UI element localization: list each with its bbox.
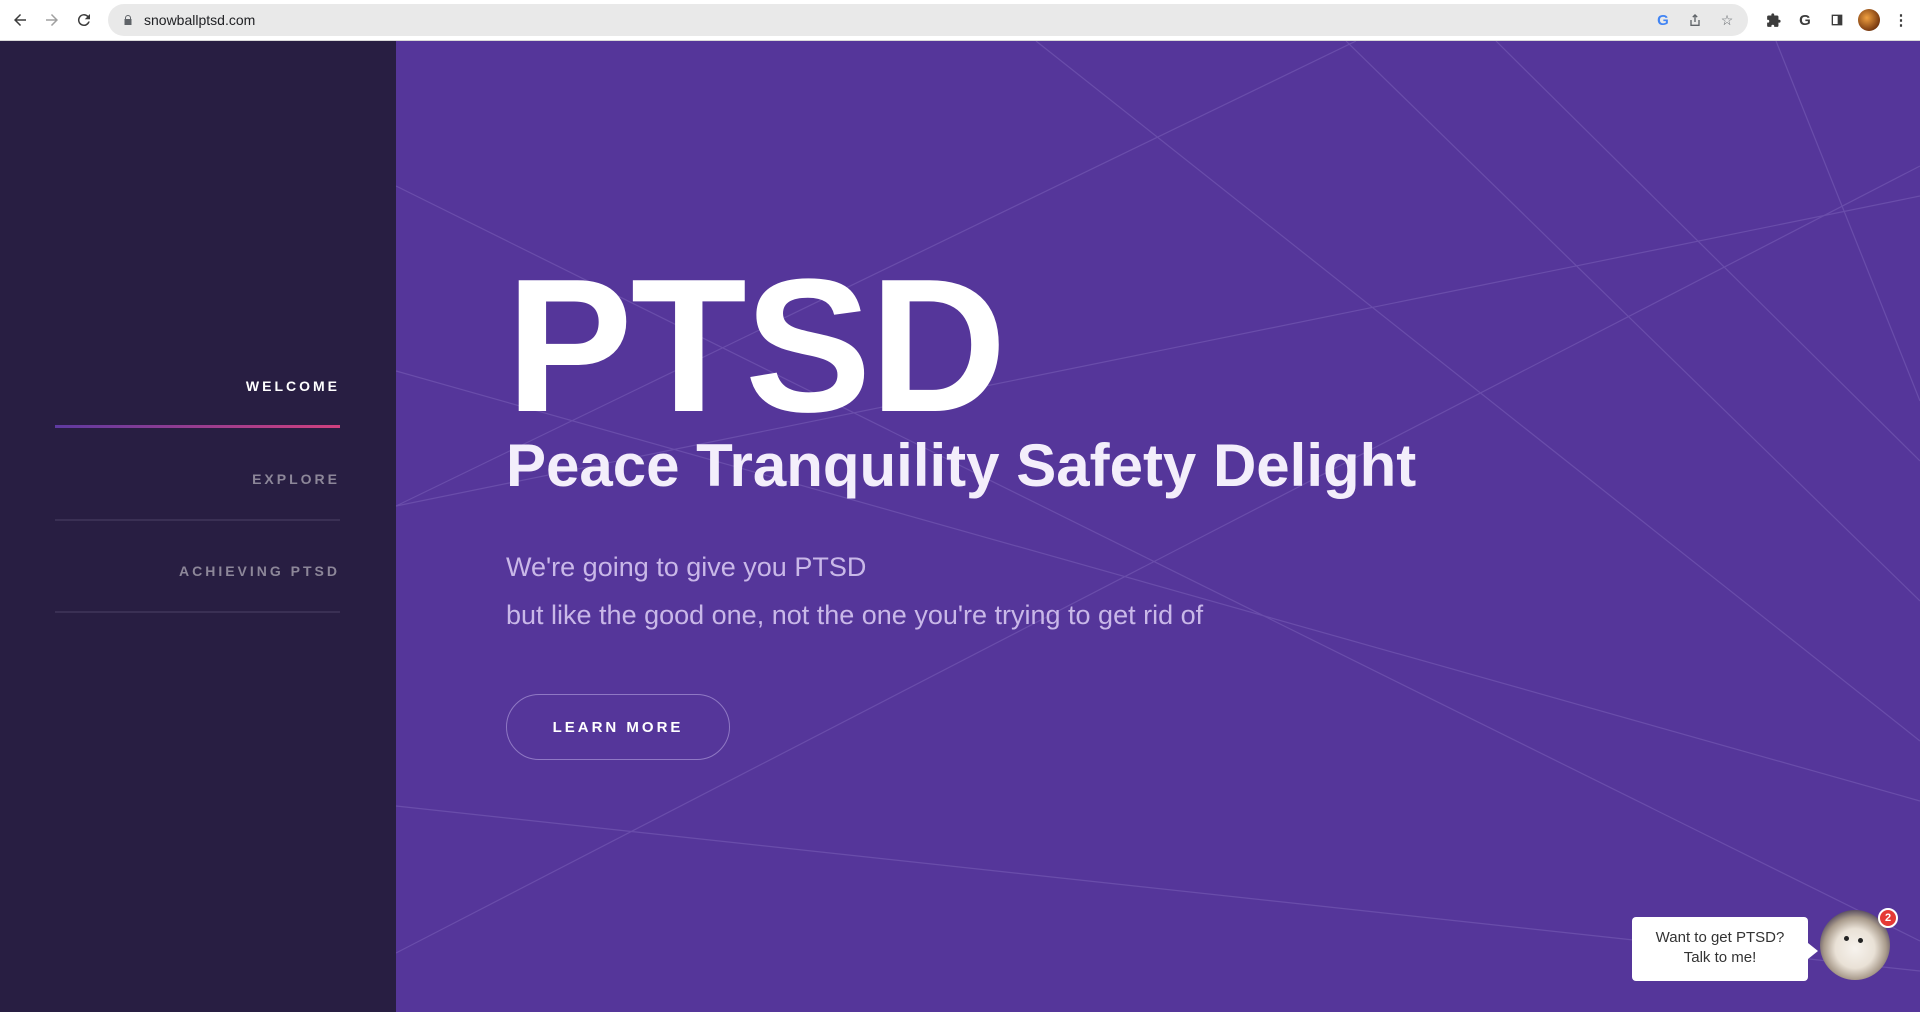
browser-toolbar: snowballptsd.com G ☆ G ⋮	[0, 0, 1920, 41]
active-underline	[55, 425, 340, 428]
extensions-icon[interactable]	[1762, 9, 1784, 31]
profile-avatar[interactable]	[1858, 9, 1880, 31]
page: WELCOME EXPLORE ACHIEVING PTSD PTSD Peac…	[0, 41, 1920, 1012]
sidebar-item-achieving-ptsd[interactable]: ACHIEVING PTSD	[55, 563, 340, 613]
page-subtitle: Peace Tranquility Safety Delight	[506, 432, 1417, 499]
learn-more-button[interactable]: LEARN MORE	[506, 694, 730, 760]
sidebar-item-welcome[interactable]: WELCOME	[55, 378, 340, 428]
sidebar-item-label[interactable]: ACHIEVING PTSD	[179, 563, 340, 579]
chat-prompt-bubble[interactable]: Want to get PTSD? Talk to me!	[1632, 917, 1818, 981]
url-text[interactable]: snowballptsd.com	[144, 12, 255, 28]
menu-kebab-icon[interactable]: ⋮	[1890, 9, 1912, 31]
google-extension-icon[interactable]: G	[1794, 9, 1816, 31]
hero-section: PTSD Peace Tranquility Safety Delight We…	[396, 41, 1920, 1012]
back-button[interactable]	[8, 8, 32, 32]
side-panel-icon[interactable]	[1826, 9, 1848, 31]
bookmark-star-icon[interactable]: ☆	[1716, 9, 1738, 31]
reload-icon	[77, 14, 90, 27]
divider	[55, 611, 340, 613]
lock-icon	[122, 13, 136, 27]
address-bar[interactable]: snowballptsd.com G ☆	[108, 4, 1748, 36]
sidebar-item-label[interactable]: EXPLORE	[252, 471, 340, 487]
google-lens-icon[interactable]: G	[1652, 9, 1674, 31]
divider	[55, 519, 340, 521]
dog-eye	[1858, 938, 1863, 943]
notification-badge: 2	[1878, 908, 1898, 928]
reload-button[interactable]	[72, 8, 96, 32]
page-title: PTSD	[506, 240, 1007, 452]
background-line-pattern	[396, 41, 1920, 972]
arrow-right-icon	[46, 14, 58, 26]
arrow-left-icon	[14, 14, 26, 26]
share-icon[interactable]	[1684, 9, 1706, 31]
sidebar-item-explore[interactable]: EXPLORE	[55, 471, 340, 521]
sidebar-item-label[interactable]: WELCOME	[246, 378, 340, 394]
dog-eye	[1844, 936, 1849, 941]
hero-description-line-1: We're going to give you PTSD	[506, 552, 867, 582]
sidebar-nav: WELCOME EXPLORE ACHIEVING PTSD	[0, 41, 396, 1012]
hero-description-line-2: but like the good one, not the one you'r…	[506, 600, 1204, 630]
forward-button[interactable]	[40, 8, 64, 32]
